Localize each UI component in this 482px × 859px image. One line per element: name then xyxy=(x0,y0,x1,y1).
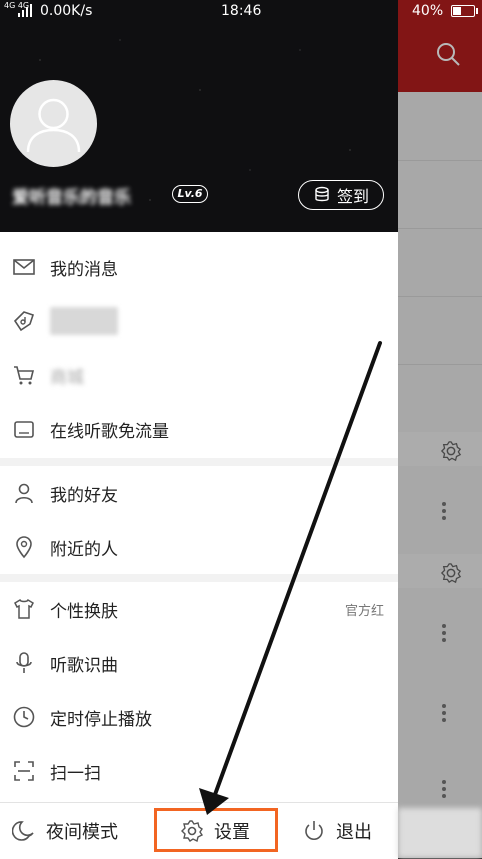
menu-item-song-recognition[interactable]: 听歌识曲 xyxy=(0,636,398,690)
microphone-icon xyxy=(16,652,32,673)
menu-item-scan[interactable]: 扫一扫 xyxy=(0,744,398,798)
logout-button[interactable]: 退出 xyxy=(302,803,372,859)
night-mode-label: 夜间模式 xyxy=(46,822,118,843)
battery-icon xyxy=(451,5,478,17)
menu-item-music-tag[interactable] xyxy=(0,294,398,348)
clock: 18:46 xyxy=(221,3,262,19)
menu-item-store[interactable]: 商城 xyxy=(0,348,398,402)
default-avatar-icon xyxy=(26,98,81,153)
drawer-scrim[interactable] xyxy=(398,0,482,858)
menu-label: 商城 xyxy=(50,367,84,388)
current-skin-value: 官方红 xyxy=(344,603,384,619)
scan-icon xyxy=(14,761,34,781)
menu-label: 在线听歌免流量 xyxy=(50,421,169,442)
logout-label: 退出 xyxy=(336,822,372,843)
menu-label: 我的好友 xyxy=(50,485,118,506)
menu-label: 扫一扫 xyxy=(50,763,101,784)
status-bar: 4G 4G 0.00K/s 18:46 40% xyxy=(0,0,482,24)
profile-header: 爱听音乐的音乐 Lv.6 签到 xyxy=(0,0,398,232)
level-badge: Lv.6 xyxy=(172,185,208,203)
blurred-watermark xyxy=(398,808,482,858)
avatar[interactable] xyxy=(10,80,97,167)
menu-label: 个性换肤 xyxy=(50,601,118,622)
clock-icon xyxy=(13,706,35,728)
night-mode-button[interactable]: 夜间模式 xyxy=(12,803,118,859)
menu-item-skin[interactable]: 个性换肤 官方红 xyxy=(0,582,398,636)
menu-label: 附近的人 xyxy=(50,539,118,560)
menu-item-free-data[interactable]: 在线听歌免流量 xyxy=(0,402,398,456)
coin-stack-icon xyxy=(315,186,329,202)
power-icon xyxy=(305,821,323,840)
tshirt-icon xyxy=(14,598,34,619)
sim-card-icon xyxy=(14,421,34,438)
checkin-button[interactable]: 签到 xyxy=(298,180,384,210)
cart-icon xyxy=(14,366,35,385)
person-icon xyxy=(15,483,33,504)
battery-percent: 40% xyxy=(412,3,444,19)
menu-item-messages[interactable]: 我的消息 xyxy=(0,240,398,294)
username[interactable]: 爱听音乐的音乐 xyxy=(12,183,162,208)
menu-label: 听歌识曲 xyxy=(50,655,118,676)
mail-icon xyxy=(13,259,35,275)
checkin-label: 签到 xyxy=(336,187,369,206)
menu-item-friends[interactable]: 我的好友 xyxy=(0,466,398,520)
section-divider xyxy=(0,458,398,466)
menu-label: 我的消息 xyxy=(50,259,118,280)
location-pin-icon xyxy=(16,536,32,559)
blurred-label xyxy=(50,307,118,335)
network-speed: 0.00K/s xyxy=(40,3,93,19)
moon-icon xyxy=(12,821,34,841)
menu-label: 定时停止播放 xyxy=(50,709,152,730)
section-divider xyxy=(0,574,398,582)
music-tag-icon xyxy=(13,311,35,332)
menu-item-nearby[interactable]: 附近的人 xyxy=(0,520,398,574)
settings-highlight-box xyxy=(154,808,278,852)
menu-item-sleep-timer[interactable]: 定时停止播放 xyxy=(0,690,398,744)
side-drawer: 爱听音乐的音乐 Lv.6 签到 我的消息 商城 在线听歌免流量 我的好友 附近的… xyxy=(0,0,398,859)
signal-icon xyxy=(18,4,32,17)
